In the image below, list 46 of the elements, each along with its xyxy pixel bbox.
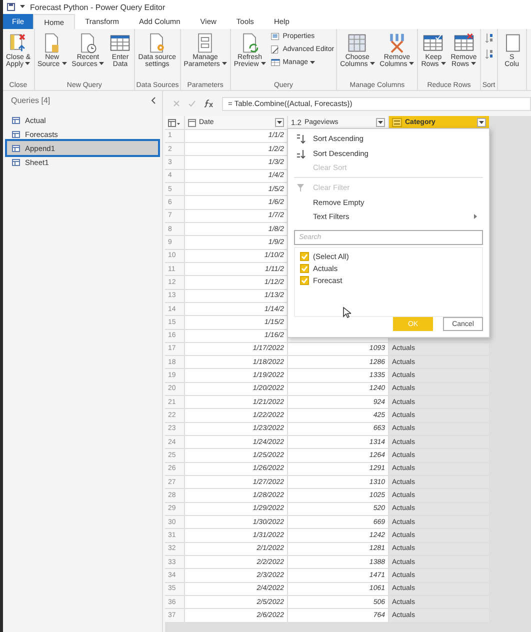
filter-dropdown-button[interactable] [376,118,385,128]
caret-icon [409,62,414,66]
table-icon [12,130,20,138]
sort-ascending-icon [296,134,306,144]
rows-x-icon [452,32,475,54]
caret-icon [20,5,25,9]
table-icon [12,116,20,124]
save-icon[interactable] [7,3,15,11]
table-icon [109,32,132,54]
checkbox[interactable] [300,264,309,273]
sort-ascending-icon [482,32,495,44]
function-icon[interactable] [204,99,214,108]
window-title: Forecast Python - Power Query Editor [30,2,166,12]
caret-icon [99,62,104,66]
table-menu-icon[interactable] [168,118,180,127]
check-icon[interactable] [188,100,196,108]
checkbox[interactable] [300,252,309,261]
caret-icon [470,62,476,66]
caret-icon [310,60,316,64]
checkbox[interactable] [300,276,309,285]
table-icon [270,57,281,68]
filter-dropdown-button[interactable] [275,118,284,128]
caret-icon [277,120,282,125]
table-icon [12,144,20,152]
sort-descending-icon [482,48,495,60]
submenu-arrow-icon [474,214,477,220]
caret-icon [479,120,484,125]
rows-check-icon [422,32,444,54]
caret-icon [222,62,227,66]
editor-icon [270,44,281,55]
caret-icon [440,62,446,66]
columns-icon [346,32,368,54]
collapse-button[interactable] [149,97,158,104]
mouse-pointer-icon [343,307,351,318]
text-type-icon [392,118,402,128]
caret-icon [62,62,67,66]
sort-descending-icon [296,148,306,159]
pane-title: Queries [4] [11,96,50,105]
filter-dropdown-button[interactable] [477,118,486,128]
calendar-icon [188,118,196,127]
table-icon [12,158,20,166]
caret-icon [25,62,30,66]
caret-icon [260,62,266,66]
filter-icon [296,183,306,194]
caret-icon [370,62,375,66]
caret-icon [378,120,383,125]
